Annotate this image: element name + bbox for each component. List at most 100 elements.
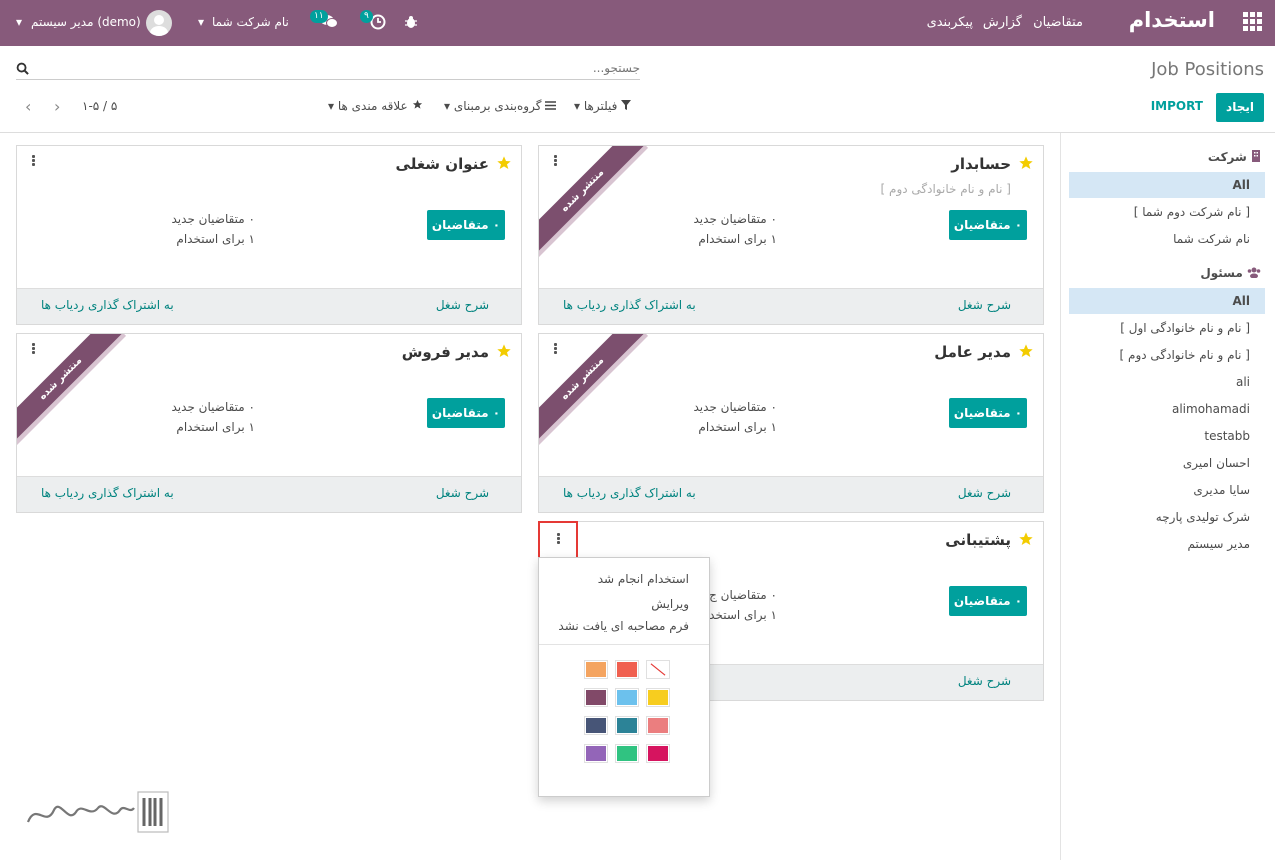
responsible-header-label: مسئول — [1200, 266, 1243, 280]
card-menu-icon[interactable] — [553, 343, 559, 357]
applicants-button[interactable]: ۰ متقاضیان — [949, 586, 1027, 616]
company-filter-item[interactable]: [ نام شرکت دوم شما ] — [1069, 199, 1265, 225]
menu-reporting[interactable]: گزارش — [983, 15, 1022, 30]
pager-next-icon[interactable]: › — [54, 97, 60, 116]
responsible-filter-item[interactable]: احسان امیری — [1069, 450, 1265, 476]
responsible-filter-item[interactable]: alimohamadi — [1069, 396, 1265, 422]
new-applicants-link[interactable]: ۰ متقاضیان جدید — [694, 212, 778, 226]
card-menu-icon[interactable] — [31, 343, 37, 357]
color-swatch[interactable] — [584, 660, 608, 679]
responsible-filter-item[interactable]: ali — [1069, 369, 1265, 395]
favorites-button[interactable]: ▾ علاقه مندی ها — [328, 99, 423, 113]
color-swatch[interactable] — [615, 744, 639, 763]
responsible-filter-item[interactable]: سایا مدیری — [1069, 477, 1265, 503]
company-filter-all[interactable]: All — [1069, 172, 1265, 198]
favorite-star-icon[interactable] — [1018, 155, 1034, 171]
card-footer: شرح شغل به اشتراک گذاری ردیاب ها — [17, 476, 521, 512]
search-icon[interactable] — [16, 62, 29, 75]
color-swatch[interactable] — [615, 660, 639, 679]
color-swatch[interactable] — [584, 744, 608, 763]
company-header-label: شرکت — [1207, 150, 1247, 164]
search-input[interactable] — [40, 58, 640, 78]
user-dropdown-caret-icon[interactable]: ▾ — [16, 15, 22, 29]
job-description-link[interactable]: شرح شغل — [436, 298, 489, 312]
applicants-button[interactable]: ۰ متقاضیان — [949, 398, 1027, 428]
color-swatch-none[interactable] — [646, 660, 670, 679]
share-trackers-link[interactable]: به اشتراک گذاری ردیاب ها — [41, 298, 174, 312]
filters-label: فیلترها — [583, 99, 618, 113]
filter-icon — [621, 100, 632, 110]
card-menu-icon[interactable] — [553, 155, 559, 169]
create-button[interactable]: ایجاد — [1216, 93, 1264, 122]
to-recruit-text: ۱ برای استخد — [709, 608, 777, 622]
app-brand[interactable]: استخدام — [1129, 8, 1215, 32]
company-dropdown-caret-icon[interactable]: ▾ — [198, 15, 204, 29]
color-swatch[interactable] — [646, 716, 670, 735]
responsible-filter-item[interactable]: [ نام و نام خانوادگی اول ] — [1069, 315, 1265, 341]
pager-previous-icon[interactable]: ‹ — [25, 97, 31, 116]
job-description-link[interactable]: شرح شغل — [958, 674, 1011, 688]
color-swatch[interactable] — [646, 744, 670, 763]
bug-icon[interactable] — [404, 15, 418, 29]
job-card[interactable]: منتشر شده مدیر فروش ۰ متقاضیان ۰ متقاضیا… — [16, 333, 522, 513]
responsible-filter-item[interactable]: [ نام و نام خانوادگی دوم ] — [1069, 342, 1265, 368]
color-swatch[interactable] — [615, 716, 639, 735]
favorite-star-icon[interactable] — [496, 343, 512, 359]
color-swatch[interactable] — [584, 716, 608, 735]
applicants-button[interactable]: ۰ متقاضیان — [949, 210, 1027, 240]
favorite-star-icon[interactable] — [1018, 531, 1034, 547]
job-title[interactable]: پشتیبانی — [945, 531, 1011, 549]
new-applicants-link[interactable]: ۰ متقاضیان ج — [709, 588, 777, 602]
pager-value[interactable]: ۱-۵ / ۵ — [82, 99, 117, 113]
applicants-button[interactable]: ۰ متقاضیان — [427, 398, 505, 428]
responsible-filter-item[interactable]: مدیر سیستم — [1069, 531, 1265, 557]
share-trackers-link[interactable]: به اشتراک گذاری ردیاب ها — [563, 486, 696, 500]
job-title[interactable]: حسابدار — [951, 155, 1011, 173]
card-footer: شرح شغل به اشتراک گذاری ردیاب ها — [539, 476, 1043, 512]
card-menu-icon[interactable] — [31, 155, 37, 169]
menu-configuration[interactable]: پیکربندی — [927, 15, 973, 30]
job-title[interactable]: مدیر فروش — [402, 343, 489, 361]
job-title[interactable]: مدیر عامل — [934, 343, 1011, 361]
color-swatch[interactable] — [615, 688, 639, 707]
responsible-filter-item[interactable]: شرک تولیدی پارچه — [1069, 504, 1265, 530]
activities-badge: ۹ — [360, 10, 373, 23]
avatar[interactable] — [146, 10, 172, 36]
job-card[interactable]: عنوان شغلی ۰ متقاضیان ۰ متقاضیان جدید ۱ … — [16, 145, 522, 325]
job-card[interactable]: منتشر شده مدیر عامل ۰ متقاضیان ۰ متقاضیا… — [538, 333, 1044, 513]
import-button[interactable]: IMPORT — [1151, 99, 1203, 113]
color-swatch[interactable] — [646, 688, 670, 707]
new-applicants-link[interactable]: ۰ متقاضیان جدید — [694, 400, 778, 414]
star-icon — [412, 99, 422, 109]
menu-item-interview-form[interactable]: فرم مصاحبه ای یافت نشد — [558, 619, 689, 633]
menu-applicants[interactable]: متقاضیان — [1033, 15, 1083, 30]
company-filter-header: شرکت — [1208, 150, 1261, 164]
card-footer: شرح شغل به اشتراک گذاری ردیاب ها — [17, 288, 521, 324]
new-applicants-link[interactable]: ۰ متقاضیان جدید — [172, 400, 256, 414]
apps-menu-icon[interactable] — [1243, 12, 1263, 32]
new-applicants-link[interactable]: ۰ متقاضیان جدید — [172, 212, 256, 226]
job-subtitle: [ نام و نام خانوادگی دوم ] — [880, 182, 1011, 196]
color-swatch[interactable] — [584, 688, 608, 707]
job-description-link[interactable]: شرح شغل — [958, 298, 1011, 312]
activities-button[interactable]: ۹ — [360, 10, 388, 32]
messages-button[interactable]: ۱۱ — [310, 10, 340, 32]
groupby-button[interactable]: ▾ گروه‌بندی برمبنای — [444, 99, 557, 113]
share-trackers-link[interactable]: به اشتراک گذاری ردیاب ها — [41, 486, 174, 500]
job-card[interactable]: منتشر شده حسابدار [ نام و نام خانوادگی د… — [538, 145, 1044, 325]
user-menu[interactable]: مدیر سیستم (demo) — [31, 15, 141, 29]
favorite-star-icon[interactable] — [496, 155, 512, 171]
job-description-link[interactable]: شرح شغل — [436, 486, 489, 500]
menu-item-edit[interactable]: ویرایش — [651, 597, 689, 611]
job-title[interactable]: عنوان شغلی — [396, 155, 489, 173]
share-trackers-link[interactable]: به اشتراک گذاری ردیاب ها — [563, 298, 696, 312]
filters-button[interactable]: ▾ فیلترها — [574, 99, 632, 113]
company-switcher[interactable]: نام شرکت شما — [212, 15, 289, 29]
favorite-star-icon[interactable] — [1018, 343, 1034, 359]
responsible-filter-item[interactable]: testabb — [1069, 423, 1265, 449]
menu-item-recruitment-done[interactable]: استخدام انجام شد — [598, 572, 689, 586]
responsible-filter-all[interactable]: All — [1069, 288, 1265, 314]
applicants-button[interactable]: ۰ متقاضیان — [427, 210, 505, 240]
job-description-link[interactable]: شرح شغل — [958, 486, 1011, 500]
company-filter-item[interactable]: نام شرکت شما — [1069, 226, 1265, 252]
